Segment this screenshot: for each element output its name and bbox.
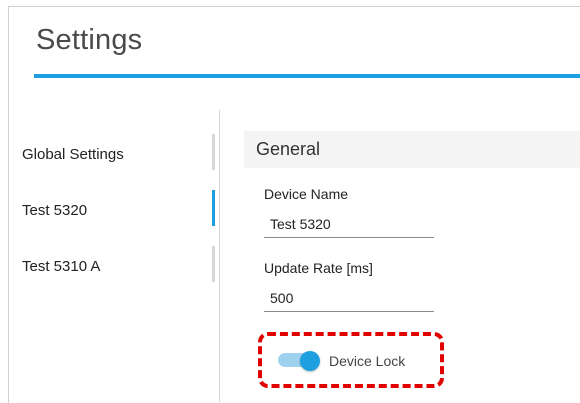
device-name-input[interactable] <box>264 210 434 238</box>
sidebar-item-global-settings[interactable]: Global Settings <box>22 134 215 170</box>
sidebar-item-label: Test 5310 A <box>22 258 101 275</box>
section-title: General <box>256 139 321 159</box>
sidebar-item-active-indicator <box>212 190 215 226</box>
toggle-thumb <box>300 351 320 371</box>
update-rate-label: Update Rate [ms] <box>264 260 373 276</box>
sidebar-item-label: Global Settings <box>22 146 124 163</box>
sidebar-divider <box>219 110 220 402</box>
sidebar-item-indicator <box>212 134 215 170</box>
device-name-label: Device Name <box>264 186 349 202</box>
sidebar-item-label: Test 5320 <box>22 202 88 219</box>
sidebar-item-indicator <box>212 246 215 282</box>
device-lock-label: Device Lock <box>329 353 406 369</box>
update-rate-input[interactable] <box>264 284 434 312</box>
section-header-general: General <box>244 131 580 168</box>
page-title: Settings <box>36 24 143 56</box>
sidebar-item-test-5310-a[interactable]: Test 5310 A <box>22 246 215 282</box>
title-underline <box>34 74 580 78</box>
sidebar-item-test-5320[interactable]: Test 5320 <box>22 190 215 226</box>
device-lock-toggle[interactable] <box>278 351 320 371</box>
